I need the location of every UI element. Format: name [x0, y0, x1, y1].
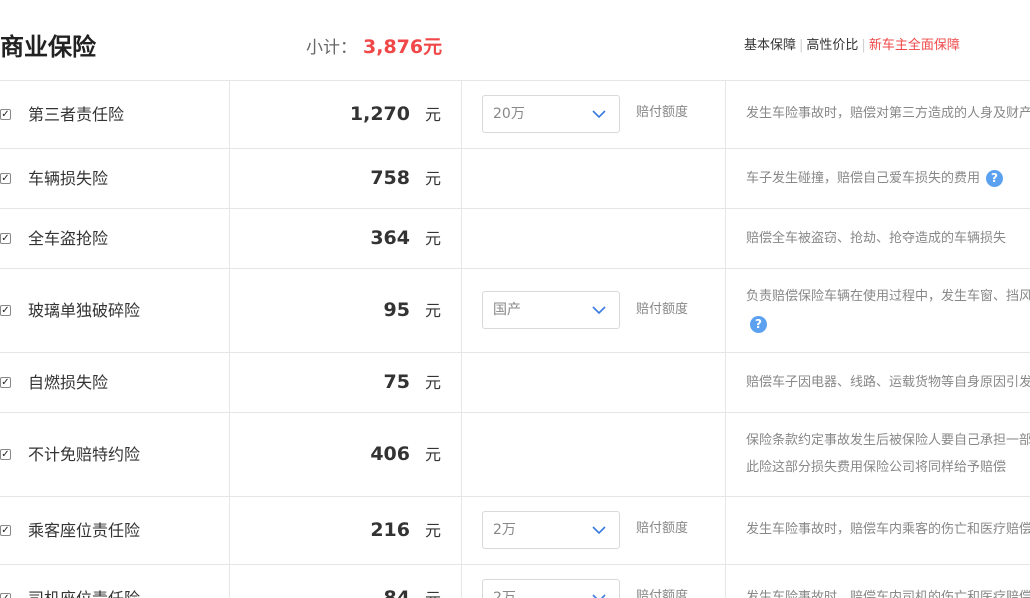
coverage-name: 自燃损失险: [28, 373, 109, 392]
row-checkbox[interactable]: ✓: [0, 377, 11, 388]
insurance-row-self-ignition: ✓ 自燃损失险 75 元 赔偿车子因电器、线路、运载货物等自身原因引发火灾: [0, 353, 1030, 413]
coverage-price: 1,270: [349, 103, 410, 125]
plan-new-owner-link[interactable]: 新车主全面保障: [869, 38, 960, 53]
limit-label: 赔付额度: [636, 589, 689, 598]
coverage-description: 赔偿车子因电器、线路、运载货物等自身原因引发火灾: [746, 375, 1030, 390]
coverage-price: 75: [383, 371, 410, 393]
coverage-name: 车辆损失险: [28, 169, 109, 188]
coverage-name: 司机座位责任险: [28, 588, 140, 598]
chevron-down-icon: [592, 594, 606, 598]
selected-value: 2万: [493, 522, 516, 538]
selected-value: 20万: [493, 106, 525, 122]
coverage-price: 84: [383, 587, 410, 598]
section-title: 商业保险: [0, 33, 96, 61]
coverage-description: 保险条款约定事故发生后被保险人要自己承担一部分 此险这部分损失费用保险公司将同样给…: [746, 433, 1030, 475]
insurance-row-third-party: ✓ 第三者责任险 1,270 元 20万 赔付额度 发生车险事故时，赔偿对第三方…: [0, 81, 1030, 149]
coverage-amount-select[interactable]: 20万: [482, 95, 620, 133]
coverage-price: 406: [370, 443, 410, 465]
plan-basic-link[interactable]: 基本保障: [744, 38, 796, 53]
price-unit: 元: [425, 373, 442, 392]
price-unit: 元: [425, 169, 442, 188]
coverage-description: 发生车险事故时，赔偿车内乘客的伤亡和医疗赔偿: [746, 522, 1030, 537]
coverage-amount-select[interactable]: 2万: [482, 511, 620, 549]
coverage-name: 第三者责任险: [28, 105, 125, 124]
price-unit: 元: [425, 588, 441, 598]
price-unit: 元: [425, 521, 442, 540]
chevron-down-icon: [592, 306, 606, 315]
coverage-description: 车子发生碰撞，赔偿自己爱车损失的费用?: [746, 165, 1030, 192]
plan-value-link[interactable]: 高性价比: [806, 38, 858, 53]
selected-value: 国产: [493, 302, 521, 318]
coverage-name: 乘客座位责任险: [28, 521, 141, 540]
coverage-description: 发生车险事故时，赔偿对第三方造成的人身及财产损失: [746, 106, 1030, 121]
price-unit: 元: [425, 445, 442, 464]
insurance-row-vehicle-damage: ✓ 车辆损失险 758 元 车子发生碰撞，赔偿自己爱车损失的费用?: [0, 149, 1030, 209]
coverage-name: 玻璃单独破碎险: [28, 301, 141, 320]
question-icon[interactable]: ?: [986, 170, 1004, 187]
insurance-row-glass: ✓ 玻璃单独破碎险 95 元 国产 赔付额度 负责赔偿保险车辆在使用过程中，发生…: [0, 269, 1030, 353]
price-unit: 元: [425, 301, 442, 320]
divider: |: [861, 38, 866, 53]
subtotal-amount: 3,876元: [363, 36, 443, 58]
limit-label: 赔付额度: [636, 105, 689, 120]
coverage-name: 全车盗抢险: [28, 229, 109, 248]
insurance-row-deductible-waiver: ✓ 不计免赔特约险 406 元 保险条款约定事故发生后被保险人要自己承担一部分此…: [0, 413, 1030, 497]
coverage-amount-select[interactable]: 2万: [482, 579, 620, 598]
coverage-price: 758: [370, 167, 410, 189]
price-unit: 元: [425, 105, 442, 124]
insurance-row-passenger-seat: ✓ 乘客座位责任险 216 元 2万 赔付额度 发生车险事故时，赔偿车内乘客的伤…: [0, 497, 1030, 565]
coverage-description: 发生车险事故时，赔偿车内司机的伤亡和医疗赔偿: [746, 590, 1030, 598]
subtotal: 小计： 3,876元: [306, 35, 442, 60]
row-checkbox[interactable]: ✓: [0, 525, 11, 536]
price-unit: 元: [425, 229, 442, 248]
question-icon[interactable]: ?: [750, 316, 767, 333]
row-checkbox[interactable]: ✓: [0, 233, 11, 244]
row-checkbox[interactable]: ✓: [0, 305, 11, 316]
insurance-row-driver-seat: ✓ 司机座位责任险 84 元 2万 赔付额度 发生车险事故时，赔偿车内司机的伤亡…: [0, 565, 1030, 598]
coverage-price: 95: [383, 299, 410, 321]
coverage-description: 负责赔偿保险车辆在使用过程中，发生车窗、挡风玻璃单独破碎: [746, 289, 1030, 304]
row-checkbox[interactable]: ✓: [0, 173, 11, 184]
plan-presets: 基本保障 | 高性价比 | 新车主全面保障: [744, 37, 960, 55]
coverage-price: 216: [370, 519, 410, 541]
limit-label: 赔付额度: [636, 302, 689, 317]
coverage-price: 364: [370, 227, 410, 249]
subtotal-label: 小计：: [306, 38, 357, 58]
row-checkbox[interactable]: ✓: [0, 449, 11, 460]
row-checkbox[interactable]: ✓: [0, 593, 11, 598]
row-checkbox[interactable]: ✓: [0, 109, 11, 120]
glass-type-select[interactable]: 国产: [482, 291, 620, 329]
chevron-down-icon: [592, 526, 606, 535]
limit-label: 赔付额度: [636, 521, 689, 536]
selected-value: 2万: [493, 590, 516, 598]
section-header: 商业保险 小计： 3,876元 基本保障 | 高性价比 | 新车主全面保障: [0, 0, 1030, 81]
chevron-down-icon: [592, 110, 606, 119]
divider: |: [799, 38, 804, 53]
insurance-row-theft: ✓ 全车盗抢险 364 元 赔偿全车被盗窃、抢劫、抢夺造成的车辆损失: [0, 209, 1030, 269]
coverage-description: 赔偿全车被盗窃、抢劫、抢夺造成的车辆损失: [746, 231, 1007, 246]
coverage-name: 不计免赔特约险: [28, 445, 141, 464]
